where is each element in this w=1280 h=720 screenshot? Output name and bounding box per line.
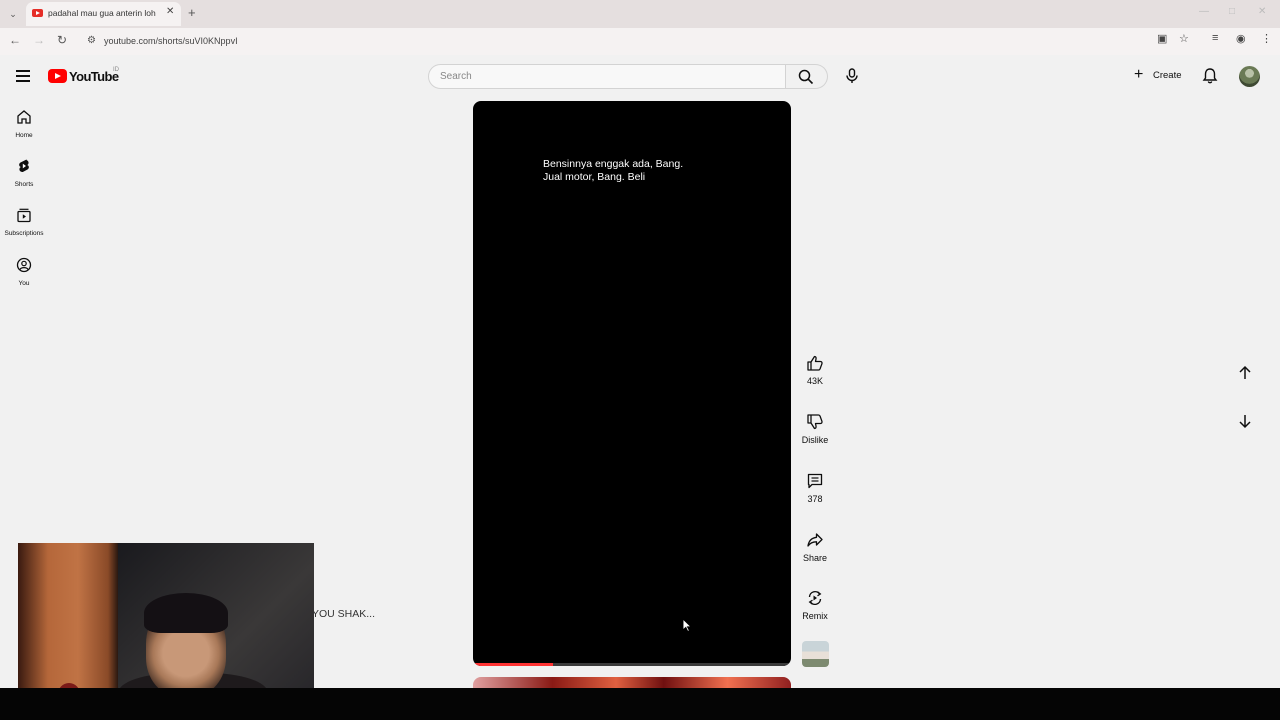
dislike-label: Dislike: [801, 435, 829, 445]
comment-icon: [807, 473, 823, 489]
sidebar-item-you[interactable]: You: [0, 257, 48, 301]
url-text: youtube.com/shorts/suVI0KNppvI: [104, 36, 238, 46]
minimize-icon[interactable]: —: [1199, 6, 1209, 17]
search-placeholder: Search: [440, 71, 472, 82]
subscriptions-icon: [17, 208, 31, 223]
progress-bar[interactable]: [473, 663, 791, 666]
you-icon: [16, 257, 32, 273]
webcam-person-hair: [144, 593, 228, 633]
thumbs-down-icon: [807, 414, 823, 430]
next-short-button[interactable]: [1235, 411, 1255, 431]
remix-label: Remix: [802, 611, 828, 621]
thumbs-up-icon: [807, 355, 823, 371]
youtube-logo-icon[interactable]: [48, 69, 67, 83]
search-input[interactable]: Search: [428, 64, 786, 89]
share-label: Share: [802, 553, 828, 563]
create-label: Create: [1153, 70, 1182, 81]
short-video-player[interactable]: Bensinnya enggak ada, Bang. Jual motor, …: [473, 101, 791, 666]
youtube-wordmark[interactable]: YouTube: [69, 69, 119, 84]
voice-search-button[interactable]: [838, 64, 865, 89]
notifications-button[interactable]: [1201, 67, 1219, 85]
browser-address-bar: ← → ↻ ⚙ youtube.com/shorts/suVI0KNppvI ▣…: [0, 28, 1280, 55]
mouse-cursor-icon: [682, 618, 692, 632]
microphone-icon: [846, 68, 858, 83]
remix-icon: [808, 590, 822, 606]
site-info-icon[interactable]: ⚙: [87, 35, 96, 46]
previous-short-button[interactable]: [1235, 363, 1255, 383]
sidebar-item-subscriptions[interactable]: Subscriptions: [0, 207, 48, 251]
browser-tab[interactable]: padahal mau gua anterin loh - ✕: [26, 2, 181, 26]
arrow-up-icon: [1239, 365, 1251, 379]
tab-title: padahal mau gua anterin loh -: [48, 8, 158, 18]
maximize-icon[interactable]: □: [1229, 6, 1235, 17]
profile-icon[interactable]: ◉: [1236, 32, 1246, 45]
url-field[interactable]: ⚙ youtube.com/shorts/suVI0KNppvI: [78, 31, 1208, 52]
share-icon: [807, 533, 823, 547]
tab-close-icon[interactable]: ✕: [166, 6, 174, 17]
shorts-icon: [19, 159, 29, 173]
youtube-favicon-icon: [32, 9, 43, 17]
country-code: ID: [113, 67, 119, 73]
caption-line-2: Jual motor, Bang. Beli: [543, 171, 646, 183]
partial-title-text: YOU SHAK...: [312, 608, 376, 620]
browser-tab-bar: ⌄ padahal mau gua anterin loh - ✕ + — □ …: [0, 0, 1280, 28]
new-tab-icon[interactable]: +: [188, 5, 196, 20]
sidebar-item-label: Shorts: [14, 181, 34, 188]
reload-icon[interactable]: ↻: [57, 33, 67, 47]
browser-menu-icon[interactable]: ⋮: [1261, 32, 1272, 45]
account-avatar[interactable]: [1239, 66, 1260, 87]
caption-line-1: Bensinnya enggak ada, Bang.: [543, 158, 684, 170]
search-button[interactable]: [786, 64, 828, 89]
create-button[interactable]: + Create: [1128, 64, 1188, 88]
comment-count: 378: [807, 494, 823, 504]
tab-search-icon[interactable]: ⌄: [4, 5, 22, 23]
bookmark-star-icon[interactable]: ☆: [1179, 32, 1189, 45]
media-controls-icon[interactable]: ≡: [1212, 32, 1218, 44]
search-icon: [798, 69, 814, 85]
bell-icon: [1202, 68, 1218, 84]
progress-fill: [473, 663, 553, 666]
sidebar-item-label: Subscriptions: [4, 230, 44, 237]
hamburger-menu-icon[interactable]: [16, 70, 30, 82]
close-window-icon[interactable]: ✕: [1258, 6, 1266, 17]
sidebar-item-shorts[interactable]: Shorts: [0, 158, 48, 202]
forward-icon[interactable]: →: [33, 33, 45, 47]
video-caption: Bensinnya enggak ada, Bang. Jual motor, …: [543, 158, 683, 184]
sound-thumbnail[interactable]: [802, 641, 829, 667]
bottom-dark-bar: [0, 688, 1280, 720]
plus-icon: +: [1134, 66, 1144, 83]
sidebar-item-home[interactable]: Home: [0, 109, 48, 153]
home-icon: [17, 110, 31, 124]
install-app-icon[interactable]: ▣: [1157, 32, 1167, 45]
back-icon[interactable]: ←: [9, 33, 21, 47]
webcam-overlay: [18, 543, 314, 710]
sidebar-item-label: You: [18, 280, 30, 287]
like-count: 43K: [806, 376, 823, 386]
arrow-down-icon: [1239, 415, 1251, 429]
sidebar-item-label: Home: [15, 132, 33, 139]
